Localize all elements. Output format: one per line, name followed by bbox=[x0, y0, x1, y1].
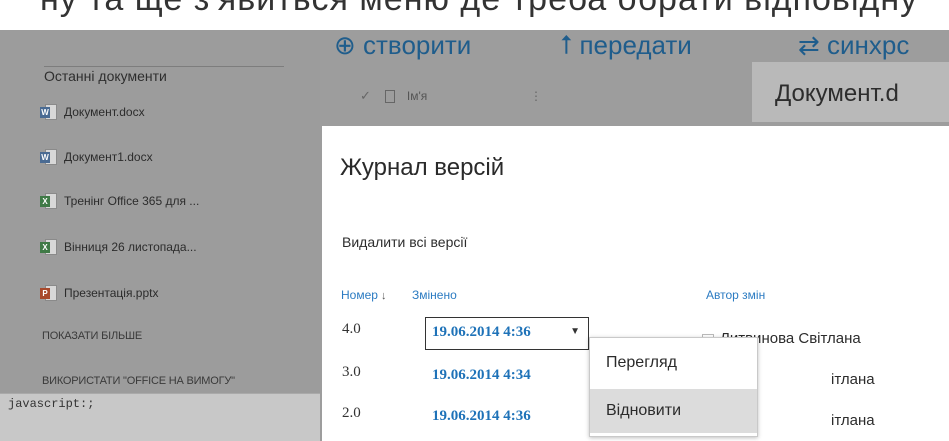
recent-documents-heading: Останні документи bbox=[44, 68, 167, 84]
file-list-header: ✓ Ім'я ⋮ bbox=[360, 88, 542, 104]
restore-menu-item[interactable]: Відновити bbox=[590, 389, 757, 433]
version-author: ітлана bbox=[831, 371, 875, 388]
excel-doc-icon: X bbox=[40, 192, 58, 210]
select-all-checkbox[interactable]: ✓ bbox=[360, 88, 371, 104]
browser-status-bar: javascript:; bbox=[0, 393, 322, 441]
recent-item-document1[interactable]: W Документ1.docx bbox=[40, 147, 153, 167]
recent-item-vinnytsia[interactable]: X Вінниця 26 листопада... bbox=[40, 237, 197, 257]
excel-doc-icon: X bbox=[40, 238, 58, 256]
version-date-link[interactable]: 19.06.2014 4:36 bbox=[432, 408, 531, 425]
recent-item-label: Презентація.pptx bbox=[64, 286, 159, 300]
top-instruction-text: ну та ще з'явиться меню де треба обрати … bbox=[40, 0, 918, 19]
version-date-link[interactable]: 19.06.2014 4:36 bbox=[432, 324, 531, 341]
author-column-header[interactable]: Автор змін bbox=[706, 288, 765, 302]
sort-down-icon: ↓ bbox=[380, 290, 387, 302]
recent-item-training[interactable]: X Тренінг Office 365 для ... bbox=[40, 191, 199, 211]
sync-button[interactable]: ⇄ синхрс bbox=[798, 30, 909, 61]
number-column-header[interactable]: Номер ↓ bbox=[341, 288, 386, 302]
version-number: 2.0 bbox=[342, 405, 361, 421]
show-more-link[interactable]: ПОКАЗАТИ БІЛЬШЕ bbox=[42, 330, 142, 342]
office-on-demand-link[interactable]: ВИКОРИСТАТИ "OFFICE НА ВИМОГУ" bbox=[42, 375, 235, 387]
recent-item-label: Тренінг Office 365 для ... bbox=[64, 194, 200, 208]
recent-item-presentation[interactable]: P Презентація.pptx bbox=[40, 283, 158, 303]
create-button[interactable]: ⊕ створити bbox=[334, 30, 471, 61]
word-doc-icon: W bbox=[40, 148, 58, 166]
version-date-link[interactable]: 19.06.2014 4:34 bbox=[432, 367, 531, 384]
sidebar: Останні документи W Документ.docx W Доку… bbox=[0, 30, 320, 441]
powerpoint-doc-icon: P bbox=[40, 284, 58, 302]
dialog-title: Журнал версій bbox=[340, 154, 505, 181]
document-panel-title: Документ.d bbox=[775, 80, 899, 107]
recent-item-document[interactable]: W Документ.docx bbox=[40, 102, 145, 122]
file-type-icon bbox=[384, 89, 395, 103]
top-instruction-strip: ну та ще з'явиться меню де треба обрати … bbox=[0, 0, 949, 30]
more-options-icon[interactable]: ⋮ bbox=[530, 89, 542, 103]
recent-item-label: Документ.docx bbox=[64, 105, 145, 119]
recent-item-label: Вінниця 26 листопада... bbox=[64, 240, 197, 254]
modified-column-header[interactable]: Змінено bbox=[412, 288, 457, 302]
name-column-header[interactable]: Ім'я bbox=[407, 89, 427, 103]
version-context-menu: Перегляд Відновити bbox=[589, 337, 758, 437]
version-number: 3.0 bbox=[342, 364, 361, 380]
version-author: ітлана bbox=[831, 412, 875, 429]
version-number: 4.0 bbox=[342, 321, 361, 337]
status-url: javascript:; bbox=[8, 397, 95, 411]
view-menu-item[interactable]: Перегляд bbox=[590, 341, 757, 385]
dropdown-arrow-icon[interactable]: ▼ bbox=[570, 326, 580, 337]
delete-all-versions-link[interactable]: Видалити всі версії bbox=[342, 234, 467, 250]
upload-button[interactable]: ⭡ передати bbox=[560, 30, 692, 62]
word-doc-icon: W bbox=[40, 103, 58, 121]
sidebar-divider bbox=[44, 66, 284, 67]
recent-item-label: Документ1.docx bbox=[64, 150, 153, 164]
